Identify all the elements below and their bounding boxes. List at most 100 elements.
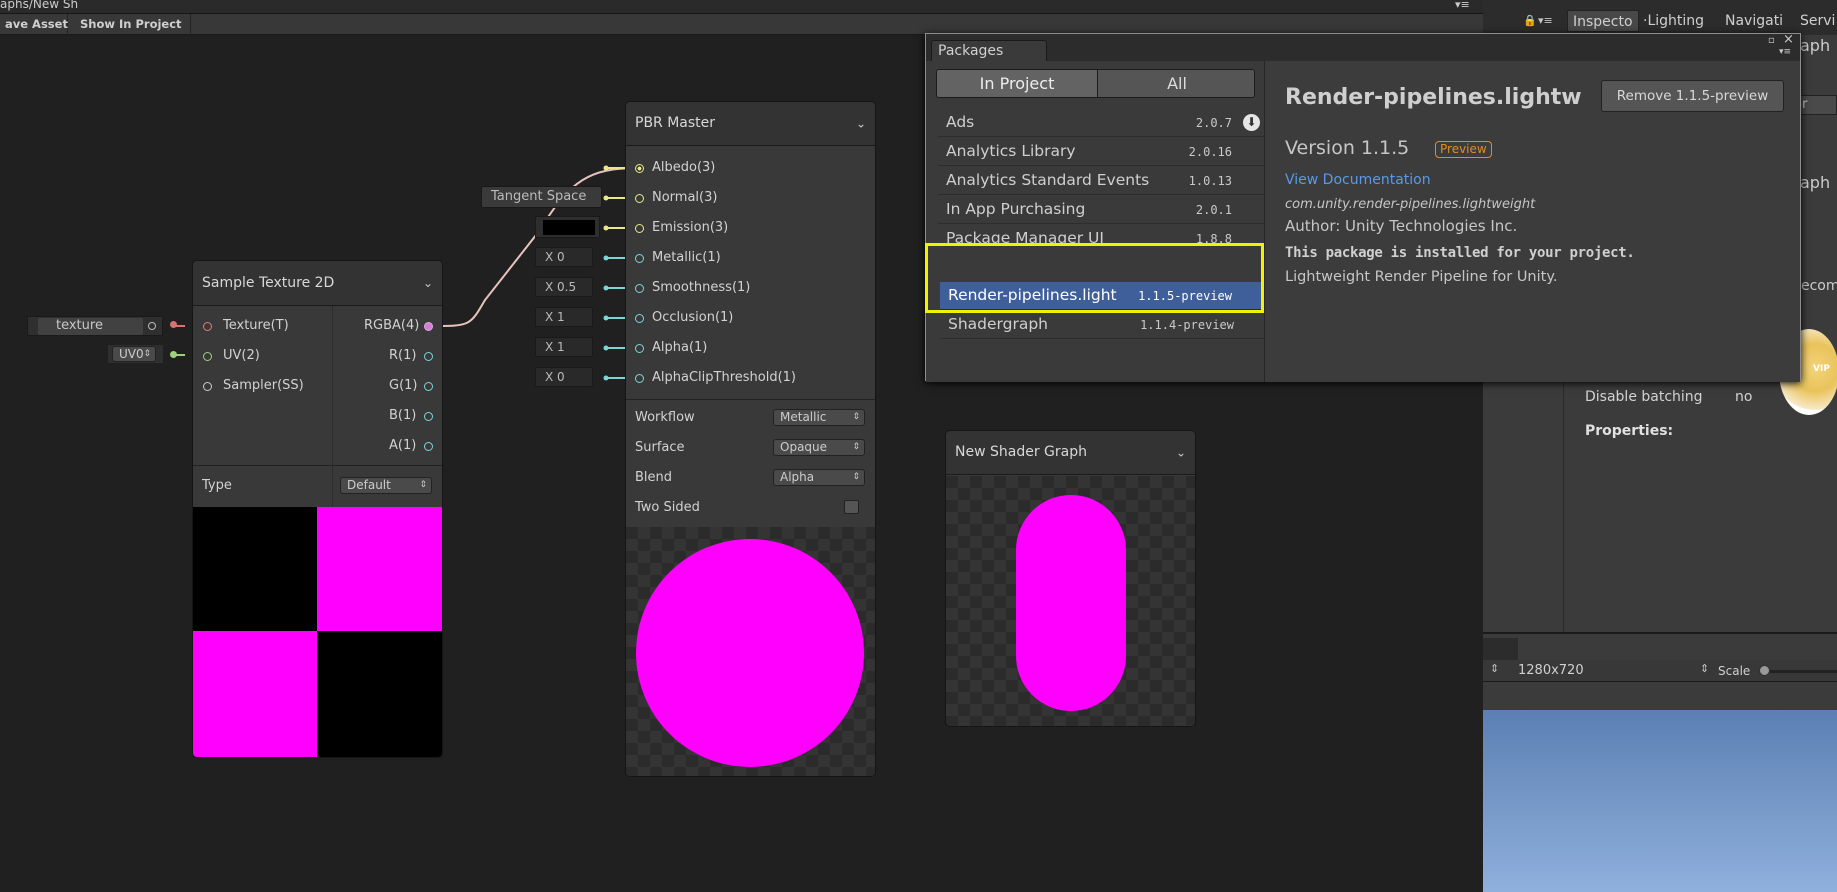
uv-connector-dot [170, 351, 177, 358]
chevron-down-icon[interactable]: ⌄ [1176, 431, 1186, 474]
r-output-port[interactable] [424, 352, 433, 361]
menu-icon[interactable]: ▾≡ [1538, 14, 1553, 27]
node-header[interactable]: Sample Texture 2D ⌄ [193, 261, 442, 306]
tab-services[interactable]: Servi [1800, 10, 1835, 32]
package-version: 2.0.7 [1195, 116, 1232, 130]
texture-property-node[interactable]: texture [27, 316, 163, 336]
close-icon[interactable]: × [1783, 32, 1794, 47]
blend-label: Blend [635, 470, 673, 485]
uv-input-port[interactable] [203, 352, 212, 361]
input-label: Albedo(3) [652, 160, 716, 175]
game-resolution[interactable]: 1280x720 [1518, 663, 1584, 678]
uv-channel-dropdown[interactable]: UV0 ⇕ [112, 346, 156, 362]
alpha-input-port[interactable] [635, 344, 644, 353]
smoothness-input-port[interactable] [635, 284, 644, 293]
a-output-port[interactable] [424, 442, 433, 451]
type-dropdown[interactable]: Default ⇕ [340, 477, 432, 494]
texture-object-picker-icon[interactable] [148, 322, 156, 330]
normal-input-port[interactable] [635, 194, 644, 203]
main-preview-node[interactable]: New Shader Graph ⌄ ▁ [945, 430, 1196, 727]
resize-handle-icon[interactable]: ▁ [1185, 717, 1193, 726]
emission-input-port[interactable] [635, 224, 644, 233]
package-list-panel: In Project All Ads 2.0.7 ⬇ Analytics Libra… [926, 61, 1268, 382]
node-header[interactable]: New Shader Graph ⌄ [946, 431, 1195, 475]
chevron-down-icon[interactable]: ⌄ [423, 261, 433, 305]
disable-batching-label: Disable batching [1585, 389, 1703, 405]
input-label: Smoothness(1) [652, 280, 751, 295]
occlusion-value-field[interactable]: X 1 [535, 307, 593, 327]
package-item-package-manager-ui[interactable]: Package Manager UI 1.8.8 [938, 225, 1266, 245]
two-sided-checkbox[interactable] [844, 500, 859, 514]
b-output-port[interactable] [424, 412, 433, 421]
maximize-icon[interactable]: ▫ [1768, 35, 1775, 46]
type-label: Type [202, 478, 232, 493]
emission-color-swatch[interactable] [543, 220, 595, 235]
chevron-down-icon[interactable]: ⌄ [856, 102, 866, 145]
menu-icon[interactable]: ▾≡ [1779, 47, 1791, 57]
scale-slider-handle[interactable] [1759, 665, 1770, 676]
filter-in-project-button[interactable]: In Project [937, 70, 1097, 97]
game-tab[interactable] [1483, 638, 1518, 660]
input-label: UV(2) [223, 348, 260, 363]
surface-dropdown[interactable]: Opaque ⇕ [773, 439, 865, 456]
game-view[interactable] [1483, 710, 1837, 892]
input-label: AlphaClipThreshold(1) [652, 370, 796, 385]
input-label: Texture(T) [223, 318, 289, 333]
node-title: New Shader Graph [955, 444, 1087, 460]
uv-property-node[interactable]: UV0 ⇕ [108, 345, 163, 363]
surface-value: Opaque [780, 440, 828, 454]
rgba-output-port[interactable] [424, 322, 433, 331]
node-header[interactable]: PBR Master ⌄ [626, 102, 875, 146]
surface-label: Surface [635, 440, 685, 455]
shader-preview[interactable]: ▁ [946, 476, 1195, 726]
filter-all-button[interactable]: All [1097, 70, 1254, 97]
texture-input-port[interactable] [203, 322, 212, 331]
alpha-clip-input-port[interactable] [635, 374, 644, 383]
packages-tab[interactable]: Packages [931, 40, 1047, 61]
disable-batching-value: no [1735, 389, 1753, 405]
packages-window: Packages ▫ × ▾≡ In Project All Ads 2.0.7 ⬇… [925, 32, 1801, 382]
albedo-input-port[interactable] [635, 164, 644, 173]
package-version-heading: Version 1.1.5 [1285, 137, 1410, 159]
output-label: A(1) [389, 438, 417, 453]
preview-capsule [1016, 495, 1126, 711]
view-documentation-link[interactable]: View Documentation [1285, 172, 1431, 188]
type-value: Default [347, 478, 391, 492]
g-output-port[interactable] [424, 382, 433, 391]
alpha-value-field[interactable]: X 1 [535, 337, 593, 357]
resolution-dropdown-icon[interactable]: ⇕ [1700, 662, 1709, 675]
tab-label: Lighting [1647, 13, 1705, 29]
remove-package-button[interactable]: Remove 1.1.5-preview [1601, 80, 1784, 112]
tab-lighting[interactable]: ·Lighting [1643, 10, 1704, 32]
package-name: Ads [946, 113, 975, 131]
sampler-input-port[interactable] [203, 382, 212, 391]
alpha-clip-value-field[interactable]: X 0 [535, 367, 593, 387]
node-title: Sample Texture 2D [202, 275, 335, 291]
dropdown-arrow-icon[interactable]: ⇕ [1490, 662, 1499, 675]
package-item-shadergraph[interactable]: Shadergraph 1.1.4-preview [940, 311, 1268, 339]
pbr-master-node[interactable]: PBR Master ⌄ Albedo(3) Normal(3) Emission… [625, 101, 876, 777]
graph-name-fragment: aph [1800, 173, 1831, 192]
tab-navigation[interactable]: Navigati [1725, 10, 1783, 32]
package-item-in-app-purchasing[interactable]: In App Purchasing 2.0.1 [938, 196, 1266, 224]
metallic-input-port[interactable] [635, 254, 644, 263]
sample-texture-2d-node[interactable]: Sample Texture 2D ⌄ Texture(T) UV(2) Samp… [192, 260, 443, 758]
lock-icon[interactable]: 🔒 [1523, 14, 1537, 27]
metallic-value-field[interactable]: X 0 [535, 247, 593, 267]
occlusion-input-port[interactable] [635, 314, 644, 323]
smoothness-value-field[interactable]: X 0.5 [535, 277, 593, 297]
workflow-label: Workflow [635, 410, 695, 425]
package-item-ads[interactable]: Ads 2.0.7 ⬇ [938, 109, 1266, 137]
package-item-analytics-library[interactable]: Analytics Library 2.0.16 [938, 138, 1266, 166]
scale-slider[interactable] [1759, 670, 1837, 673]
two-sided-label: Two Sided [635, 500, 700, 515]
package-item-analytics-standard-events[interactable]: Analytics Standard Events 1.0.13 [938, 167, 1266, 195]
input-label: Sampler(SS) [223, 378, 304, 393]
emission-input-field[interactable] [535, 216, 600, 238]
material-preview[interactable] [626, 527, 875, 776]
tab-inspector[interactable]: Inspecto [1567, 10, 1639, 32]
blend-dropdown[interactable]: Alpha ⇕ [773, 469, 865, 486]
workflow-dropdown[interactable]: Metallic ⇕ [773, 409, 865, 426]
input-label: Emission(3) [652, 220, 729, 235]
package-name: Shadergraph [948, 315, 1049, 333]
